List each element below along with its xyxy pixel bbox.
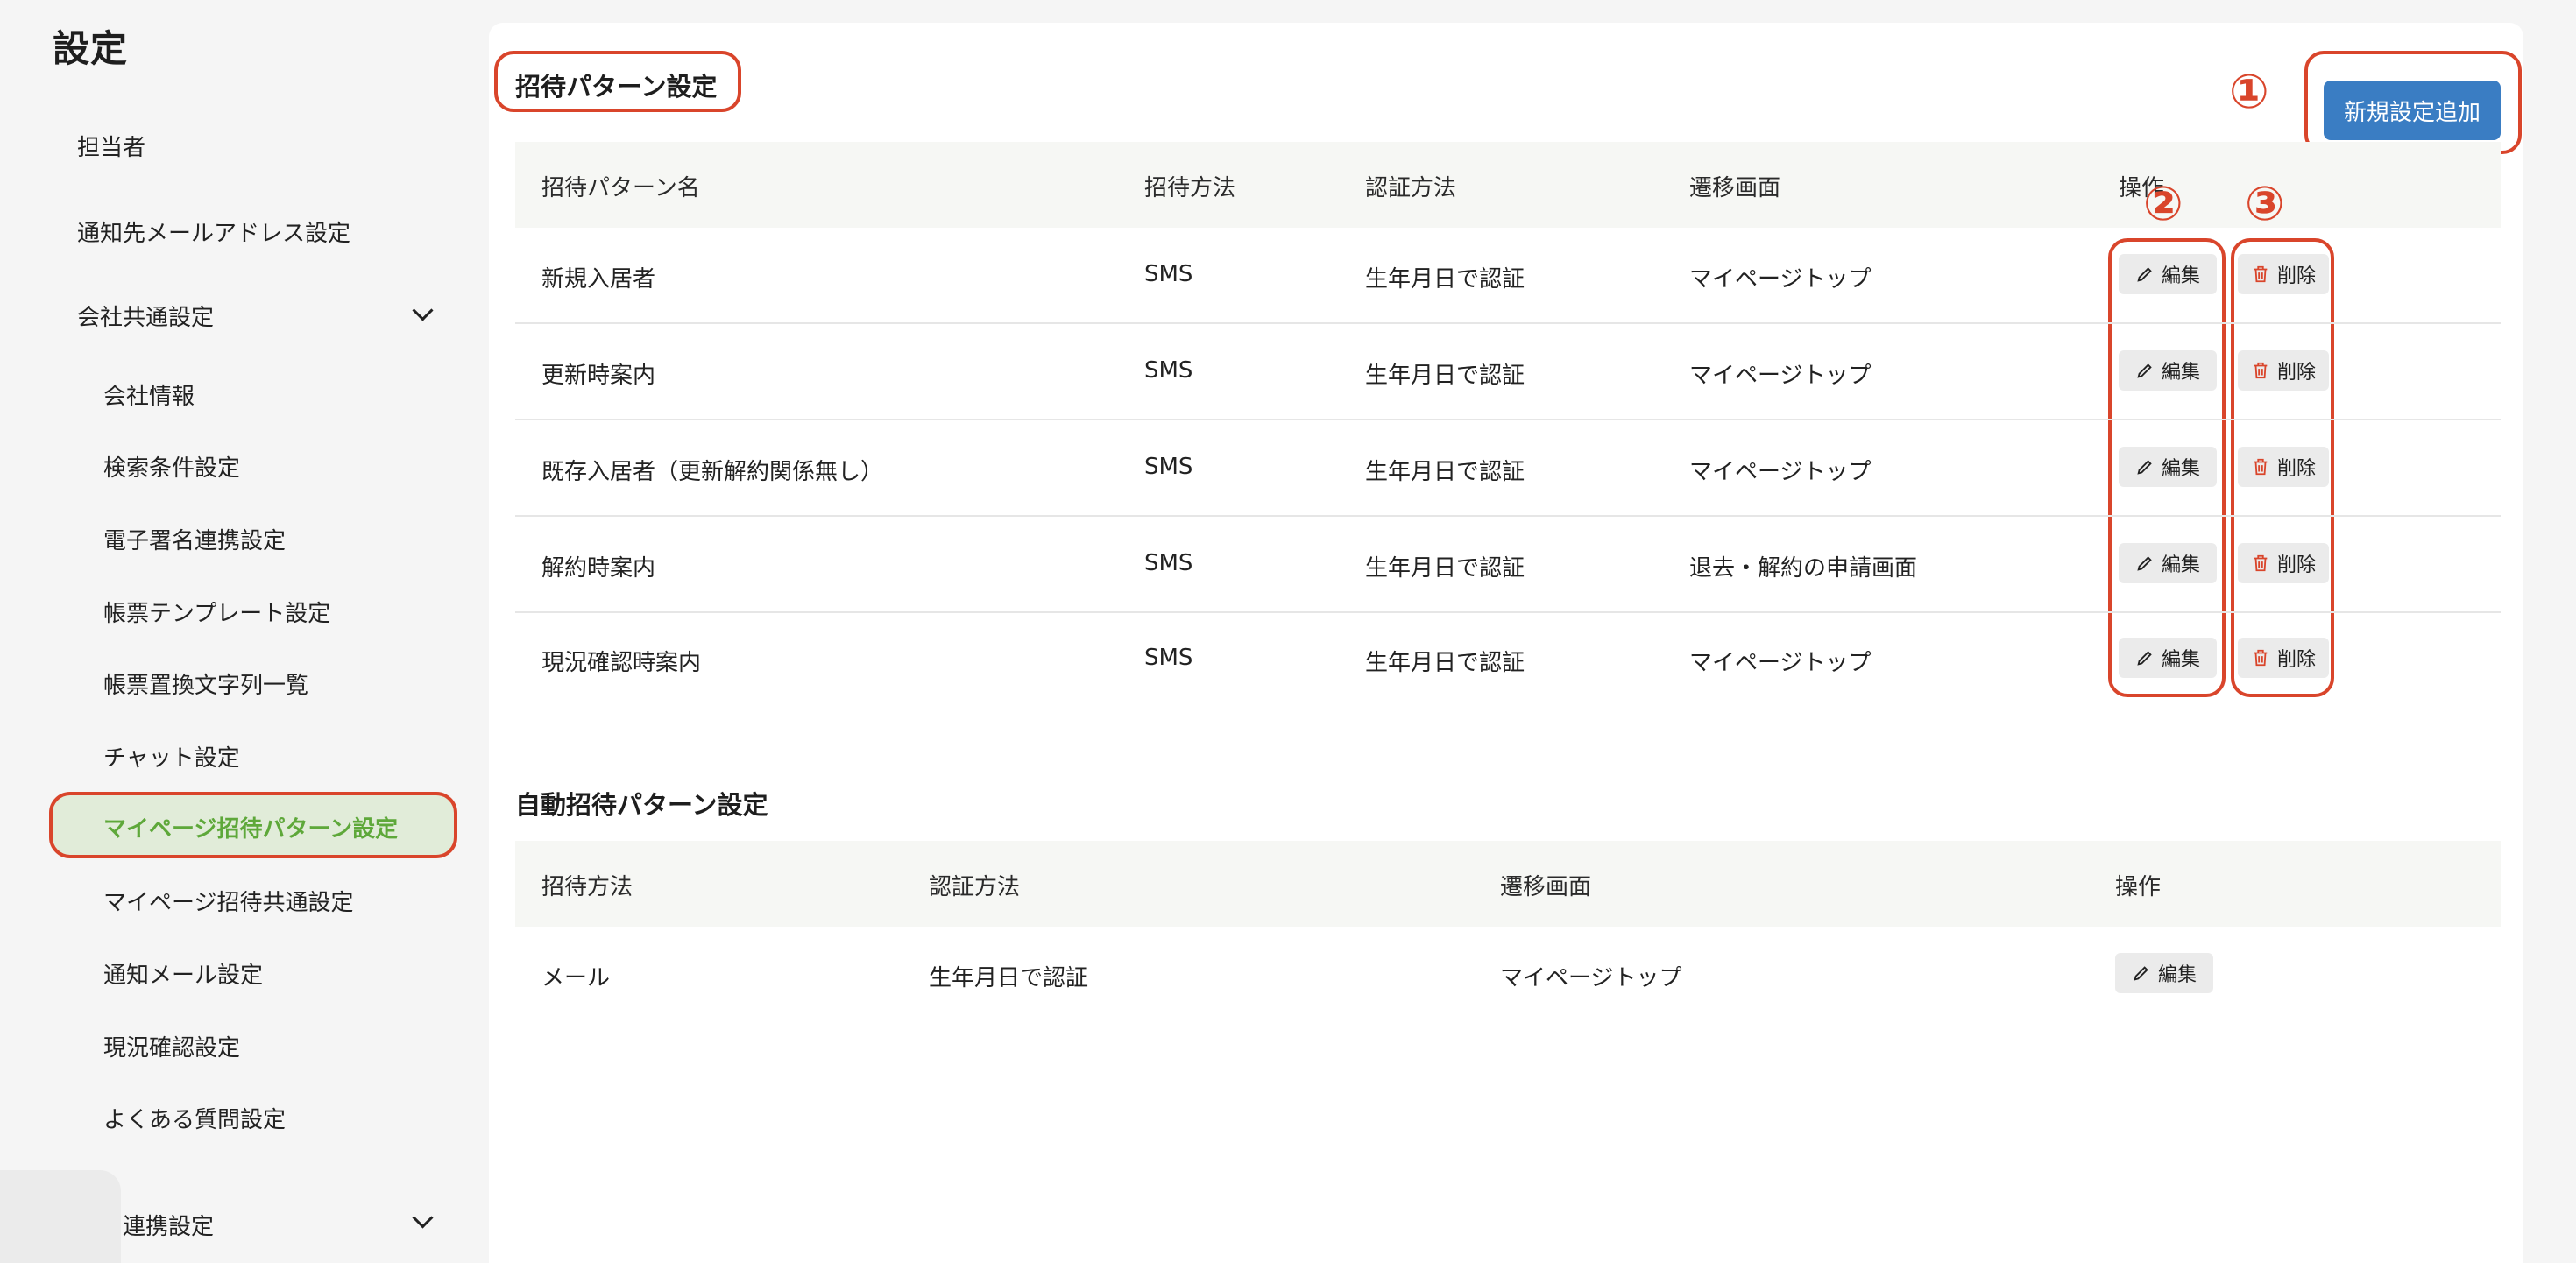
floating-panel (0, 1170, 121, 1263)
add-new-setting-button[interactable]: 新規設定追加 (2324, 81, 2501, 140)
auto-invite-title: 自動招待パターン設定 (515, 790, 768, 820)
trash-icon (2254, 362, 2268, 379)
cell-method: SMS (1144, 645, 1193, 671)
edit-label: 編集 (2161, 458, 2200, 480)
col-invite-method: 招待方法 (541, 874, 633, 900)
row-divider (515, 419, 2501, 420)
sidebar-item-company-common[interactable]: 会社共通設定 (77, 300, 214, 332)
main-content: 招待パターン設定 ① 新規設定追加 招待パターン名 招待方法 認証方法 遷移画面… (489, 23, 2523, 1263)
pencil-icon (2137, 651, 2152, 666)
sidebar-item-notify-mail[interactable]: 通知メール設定 (103, 957, 263, 990)
trash-icon (2254, 649, 2268, 667)
edit-button[interactable]: 編集 (2119, 350, 2217, 391)
cell-auth: 生年月日で認証 (929, 965, 1089, 991)
row-divider (515, 515, 2501, 517)
sidebar-item-esign[interactable]: 電子署名連携設定 (103, 523, 286, 555)
delete-button[interactable]: 削除 (2238, 638, 2329, 678)
sidebar-item-integration[interactable]: 連携設定 (123, 1209, 214, 1241)
sidebar-item-form-replace-strings[interactable]: 帳票置換文字列一覧 (103, 667, 308, 700)
delete-label: 削除 (2276, 458, 2316, 480)
trash-icon (2254, 458, 2268, 476)
col-auth-method: 認証方法 (1365, 175, 1457, 201)
pencil-icon (2137, 363, 2152, 378)
edit-button[interactable]: 編集 (2119, 543, 2217, 583)
annotation-3: ③ (2245, 176, 2285, 231)
col-screen: 遷移画面 (1500, 874, 1592, 900)
cell-pattern-name: 現況確認時案内 (541, 650, 702, 676)
cell-screen: 退去・解約の申請画面 (1689, 555, 1918, 582)
col-auth-method: 認証方法 (929, 874, 1021, 900)
chevron-down-icon[interactable] (412, 300, 434, 321)
sidebar-item-form-template[interactable]: 帳票テンプレート設定 (103, 596, 330, 628)
delete-button[interactable]: 削除 (2238, 543, 2329, 583)
sidebar-item-label-active: マイページ招待パターン設定 (103, 816, 399, 843)
cell-method: SMS (1144, 454, 1193, 480)
trash-icon (2254, 554, 2268, 572)
edit-label: 編集 (2161, 649, 2200, 671)
cell-pattern-name: 既存入居者（更新解約関係無し） (541, 459, 884, 485)
edit-label: 編集 (2157, 964, 2197, 986)
delete-label: 削除 (2276, 649, 2316, 671)
invite-table-header (515, 142, 2501, 228)
cell-auth: 生年月日で認証 (1365, 459, 1525, 485)
edit-label: 編集 (2161, 265, 2200, 287)
sidebar-item-staff[interactable]: 担当者 (77, 130, 145, 162)
annotation-1: ① (2229, 64, 2269, 119)
cell-screen: マイページトップ (1500, 965, 1682, 991)
edit-button[interactable]: 編集 (2115, 953, 2213, 993)
col-invite-method: 招待方法 (1144, 175, 1236, 201)
sidebar-item-company-info[interactable]: 会社情報 (103, 378, 195, 411)
sidebar-item-mypage-invite-common[interactable]: マイページ招待共通設定 (103, 885, 353, 917)
edit-label: 編集 (2161, 554, 2200, 576)
settings-sidebar: 設定 担当者 通知先メールアドレス設定 会社共通設定 会社情報 検索条件設定 電… (0, 0, 489, 1263)
cell-method: SMS (1144, 261, 1193, 287)
col-pattern-name: 招待パターン名 (541, 175, 700, 201)
trash-icon (2254, 265, 2268, 283)
pencil-icon (2137, 460, 2152, 475)
sidebar-item-search-conditions[interactable]: 検索条件設定 (103, 450, 240, 483)
col-actions: 操作 (2115, 874, 2162, 900)
invite-pattern-title: 招待パターン設定 (515, 72, 718, 102)
pencil-icon (2137, 267, 2152, 282)
cell-screen: マイページトップ (1689, 650, 1872, 676)
sidebar-title: 設定 (53, 27, 129, 70)
delete-button[interactable]: 削除 (2238, 254, 2329, 294)
edit-label: 編集 (2161, 362, 2200, 384)
sidebar-item-notify-email[interactable]: 通知先メールアドレス設定 (77, 215, 350, 248)
pencil-icon (2134, 966, 2148, 981)
sidebar-item-faq[interactable]: よくある質問設定 (103, 1102, 286, 1134)
annotation-2: ② (2143, 176, 2183, 231)
cell-auth: 生年月日で認証 (1365, 650, 1525, 676)
delete-button[interactable]: 削除 (2238, 350, 2329, 391)
cell-auth: 生年月日で認証 (1365, 363, 1525, 389)
delete-label: 削除 (2276, 362, 2316, 384)
edit-button[interactable]: 編集 (2119, 638, 2217, 678)
chevron-down-icon[interactable] (412, 1207, 434, 1229)
delete-label: 削除 (2276, 554, 2316, 576)
cell-auth: 生年月日で認証 (1365, 555, 1525, 582)
sidebar-item-chat[interactable]: チャット設定 (103, 740, 240, 773)
delete-button[interactable]: 削除 (2238, 447, 2329, 487)
cell-screen: マイページトップ (1689, 363, 1872, 389)
row-divider (515, 322, 2501, 324)
cell-method: SMS (1144, 550, 1193, 576)
cell-method: メール (541, 965, 611, 991)
cell-pattern-name: 解約時案内 (541, 555, 656, 582)
edit-button[interactable]: 編集 (2119, 447, 2217, 487)
pencil-icon (2137, 556, 2152, 571)
cell-screen: マイページトップ (1689, 266, 1872, 293)
row-divider (515, 611, 2501, 613)
cell-auth: 生年月日で認証 (1365, 266, 1525, 293)
edit-button[interactable]: 編集 (2119, 254, 2217, 294)
cell-pattern-name: 更新時案内 (541, 363, 656, 389)
col-screen: 遷移画面 (1689, 175, 1781, 201)
cell-screen: マイページトップ (1689, 459, 1872, 485)
delete-label: 削除 (2276, 265, 2316, 287)
cell-pattern-name: 新規入居者 (541, 266, 656, 293)
cell-method: SMS (1144, 357, 1193, 384)
sidebar-item-status-check[interactable]: 現況確認設定 (103, 1030, 240, 1062)
